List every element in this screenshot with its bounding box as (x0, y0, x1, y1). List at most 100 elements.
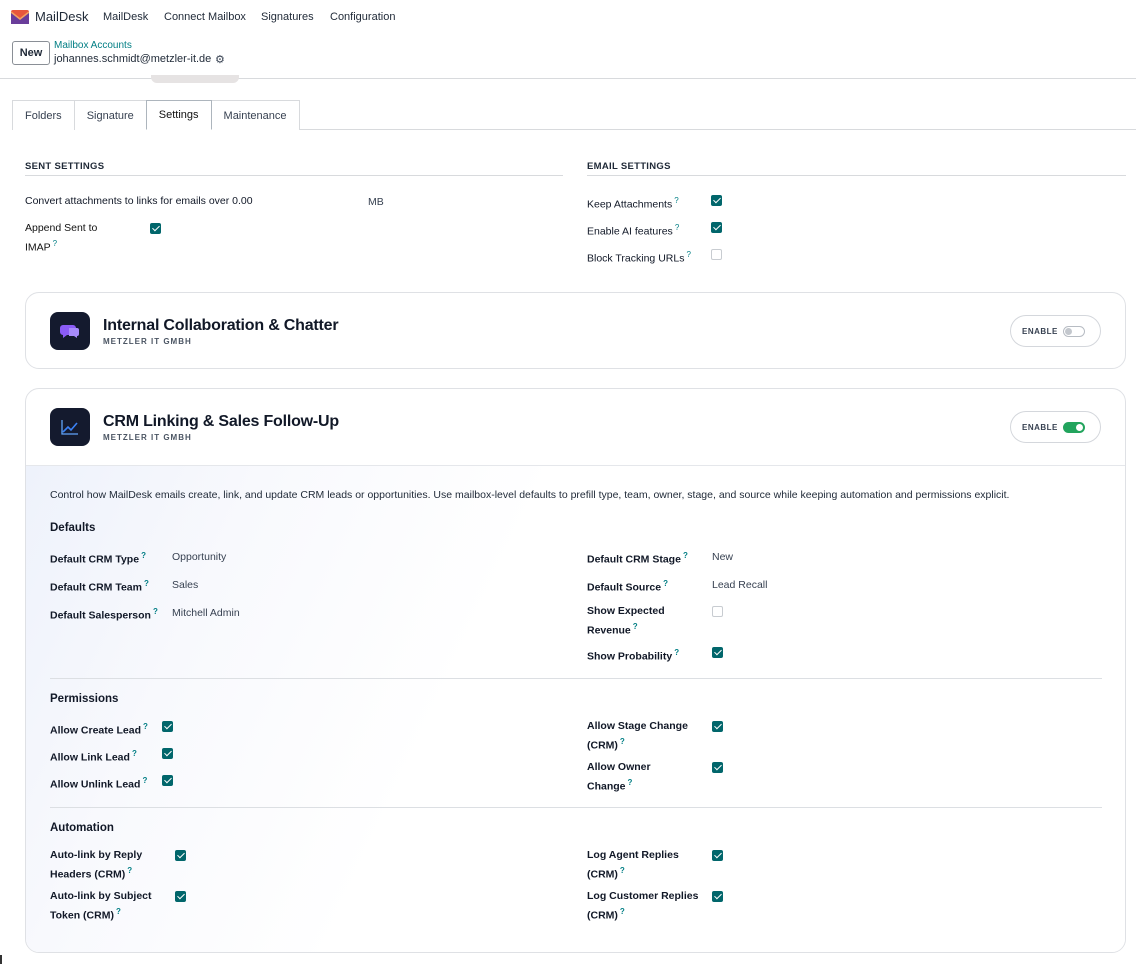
chat-bubbles-icon (50, 312, 90, 350)
show-probability-checkbox[interactable] (712, 647, 723, 658)
collab-card-header: Internal Collaboration & Chatter METZLER… (26, 293, 1125, 368)
crm-card-subtitle: METZLER IT GMBH (103, 433, 192, 442)
nav-item-configuration[interactable]: Configuration (330, 11, 395, 23)
record-status-tab (151, 75, 239, 83)
log-agent-replies-label: Log Agent Replies (CRM)? (587, 849, 679, 881)
default-salesperson-label: Default Salesperson? (50, 607, 158, 622)
crm-card-title: CRM Linking & Sales Follow-Up (103, 413, 339, 430)
help-icon[interactable]: ? (132, 749, 137, 758)
new-button[interactable]: New (12, 41, 50, 65)
defaults-divider (50, 678, 1102, 679)
help-icon[interactable]: ? (675, 223, 679, 232)
allow-stage-change-checkbox[interactable] (712, 721, 723, 732)
log-customer-replies-checkbox[interactable] (712, 891, 723, 902)
default-salesperson-value[interactable]: Mitchell Admin (172, 607, 240, 619)
permissions-heading: Permissions (50, 693, 119, 705)
email-settings-divider (587, 175, 1126, 176)
toggle-switch-off[interactable] (1063, 326, 1085, 337)
toggle-switch-on[interactable] (1063, 422, 1085, 433)
help-icon[interactable]: ? (116, 907, 121, 916)
crm-feature-card: CRM Linking & Sales Follow-Up METZLER IT… (25, 388, 1126, 953)
help-icon[interactable]: ? (686, 250, 690, 259)
crm-enable-toggle[interactable]: ENABLE (1010, 411, 1101, 443)
enable-ai-checkbox[interactable] (711, 222, 722, 233)
nav-item-maildesk[interactable]: MailDesk (103, 11, 148, 23)
maildesk-logo-icon[interactable] (11, 9, 29, 25)
default-crm-stage-value[interactable]: New (712, 551, 733, 563)
help-icon[interactable]: ? (53, 239, 57, 248)
help-icon[interactable]: ? (674, 648, 679, 657)
default-source-label: Default Source? (587, 579, 668, 594)
convert-unit: MB (368, 196, 384, 208)
help-icon[interactable]: ? (674, 196, 678, 205)
scrollbar-handle[interactable] (0, 955, 2, 964)
auto-link-reply-label: Auto-link by Reply Headers (CRM)? (50, 849, 143, 881)
crm-card-body: Control how MailDesk emails create, link… (26, 465, 1125, 952)
collab-feature-card: Internal Collaboration & Chatter METZLER… (25, 292, 1126, 369)
sent-settings-divider (25, 175, 563, 176)
show-probability-label: Show Probability? (587, 648, 680, 663)
auto-link-reply-checkbox[interactable] (175, 850, 186, 861)
default-source-value[interactable]: Lead Recall (712, 579, 767, 591)
help-icon[interactable]: ? (633, 622, 638, 631)
permissions-divider (50, 807, 1102, 808)
show-expected-revenue-label: Show Expected Revenue? (587, 605, 665, 637)
help-icon[interactable]: ? (620, 907, 625, 916)
help-icon[interactable]: ? (143, 722, 148, 731)
enable-label: ENABLE (1022, 423, 1058, 432)
breadcrumb-current: johannes.schmidt@metzler-it.de (54, 53, 212, 65)
breadcrumb-parent[interactable]: Mailbox Accounts (54, 40, 132, 51)
nav-item-connect-mailbox[interactable]: Connect Mailbox (164, 11, 246, 23)
sent-settings-heading: SENT SETTINGS (25, 161, 105, 172)
convert-attachments-label: Convert attachments to links for emails … (25, 195, 253, 207)
append-sent-checkbox[interactable] (150, 223, 161, 234)
show-expected-revenue-checkbox[interactable] (712, 606, 723, 617)
notebook-tabs: Folders Signature Settings Maintenance (12, 100, 300, 130)
email-settings-heading: EMAIL SETTINGS (587, 161, 671, 172)
convert-threshold-value[interactable]: 0.00 (232, 195, 252, 207)
allow-owner-change-checkbox[interactable] (712, 762, 723, 773)
help-icon[interactable]: ? (127, 866, 132, 875)
top-navbar: MailDesk MailDesk Connect Mailbox Signat… (0, 0, 1136, 34)
help-icon[interactable]: ? (142, 776, 147, 785)
help-icon[interactable]: ? (620, 737, 625, 746)
default-crm-team-label: Default CRM Team? (50, 579, 149, 594)
help-icon[interactable]: ? (628, 778, 633, 787)
default-crm-stage-label: Default CRM Stage? (587, 551, 688, 566)
tab-signature[interactable]: Signature (73, 100, 147, 130)
auto-link-subject-checkbox[interactable] (175, 891, 186, 902)
automation-heading: Automation (50, 822, 114, 834)
allow-link-lead-checkbox[interactable] (162, 748, 173, 759)
gear-icon[interactable]: ⚙ (215, 53, 225, 66)
tab-maintenance[interactable]: Maintenance (210, 100, 300, 130)
tab-settings[interactable]: Settings (145, 100, 212, 130)
allow-link-lead-label: Allow Link Lead? (50, 749, 137, 764)
help-icon[interactable]: ? (683, 551, 688, 560)
keep-attachments-checkbox[interactable] (711, 195, 722, 206)
block-tracking-checkbox[interactable] (711, 249, 722, 260)
collab-card-subtitle: METZLER IT GMBH (103, 337, 192, 346)
help-icon[interactable]: ? (620, 866, 625, 875)
enable-ai-label: Enable AI features? (587, 223, 680, 238)
allow-stage-change-label: Allow Stage Change (CRM)? (587, 720, 688, 752)
help-icon[interactable]: ? (144, 579, 149, 588)
allow-create-lead-checkbox[interactable] (162, 721, 173, 732)
help-icon[interactable]: ? (153, 607, 158, 616)
crm-card-header: CRM Linking & Sales Follow-Up METZLER IT… (26, 389, 1125, 465)
nav-item-signatures[interactable]: Signatures (261, 11, 314, 23)
crm-description: Control how MailDesk emails create, link… (50, 489, 1010, 501)
app-brand[interactable]: MailDesk (35, 9, 88, 24)
log-customer-replies-label: Log Customer Replies (CRM)? (587, 890, 699, 922)
enable-label: ENABLE (1022, 327, 1058, 336)
keep-attachments-label: Keep Attachments? (587, 196, 679, 211)
default-crm-type-value[interactable]: Opportunity (172, 551, 226, 563)
append-sent-label: Append Sent to IMAP? (25, 222, 98, 254)
collab-card-title: Internal Collaboration & Chatter (103, 317, 339, 334)
default-crm-team-value[interactable]: Sales (172, 579, 198, 591)
allow-unlink-lead-checkbox[interactable] (162, 775, 173, 786)
tab-folders[interactable]: Folders (12, 100, 75, 130)
help-icon[interactable]: ? (141, 551, 146, 560)
log-agent-replies-checkbox[interactable] (712, 850, 723, 861)
collab-enable-toggle[interactable]: ENABLE (1010, 315, 1101, 347)
help-icon[interactable]: ? (663, 579, 668, 588)
